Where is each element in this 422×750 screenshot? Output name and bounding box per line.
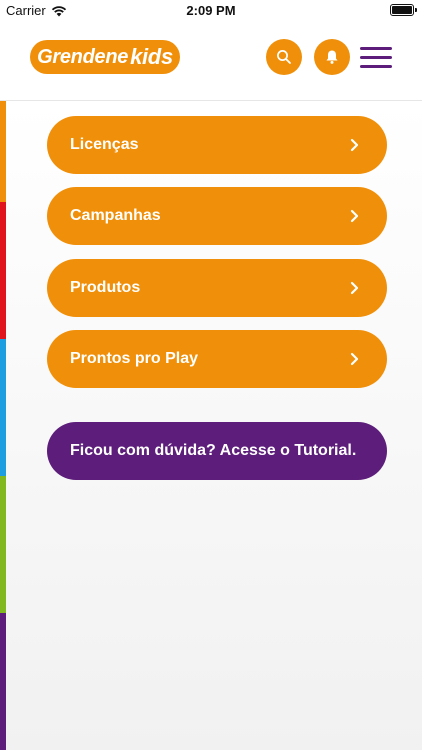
menu-item-label: Campanhas [70, 207, 161, 224]
menu-item-produtos[interactable]: Produtos [47, 259, 387, 317]
status-bar: Carrier 2:09 PM [0, 0, 422, 22]
search-icon [277, 50, 291, 64]
menu-item-prontos-pro-play[interactable]: Prontos pro Play [47, 330, 387, 388]
menu-item-campanhas[interactable]: Campanhas [47, 187, 387, 245]
chevron-right-icon [350, 138, 359, 152]
chevron-right-icon [350, 352, 359, 366]
tutorial-label: Ficou com dúvida? Acesse o Tutorial. [70, 442, 357, 459]
notifications-button[interactable] [314, 39, 350, 75]
color-stripe-orange [0, 101, 6, 202]
battery-icon [390, 4, 417, 16]
chevron-right-icon [350, 281, 359, 295]
logo-text: Grendene [37, 45, 129, 68]
menu-item-licencas[interactable]: Licenças [47, 116, 387, 174]
color-stripe-purple [0, 613, 6, 750]
color-stripe-red [0, 202, 6, 339]
chevron-right-icon [350, 209, 359, 223]
hamburger-menu-button[interactable] [360, 47, 392, 69]
menu-item-label: Licenças [70, 136, 139, 153]
status-time: 2:09 PM [186, 3, 236, 18]
bell-icon [326, 50, 338, 64]
menu-line [360, 65, 392, 68]
menu-item-label: Prontos pro Play [70, 350, 199, 367]
app-header: Grendene kids [0, 22, 422, 101]
main-content: Licenças Campanhas Produtos Prontos pro … [0, 101, 422, 750]
logo-suffix: kids [130, 44, 173, 69]
menu-line [360, 47, 392, 50]
color-stripe-blue [0, 339, 6, 476]
menu-item-label: Produtos [70, 279, 141, 296]
search-button[interactable] [266, 39, 302, 75]
grendene-kids-logo[interactable]: Grendene kids [30, 40, 180, 74]
menu-line [360, 56, 392, 59]
color-stripe-green [0, 476, 6, 613]
tutorial-button[interactable]: Ficou com dúvida? Acesse o Tutorial. [47, 422, 387, 480]
